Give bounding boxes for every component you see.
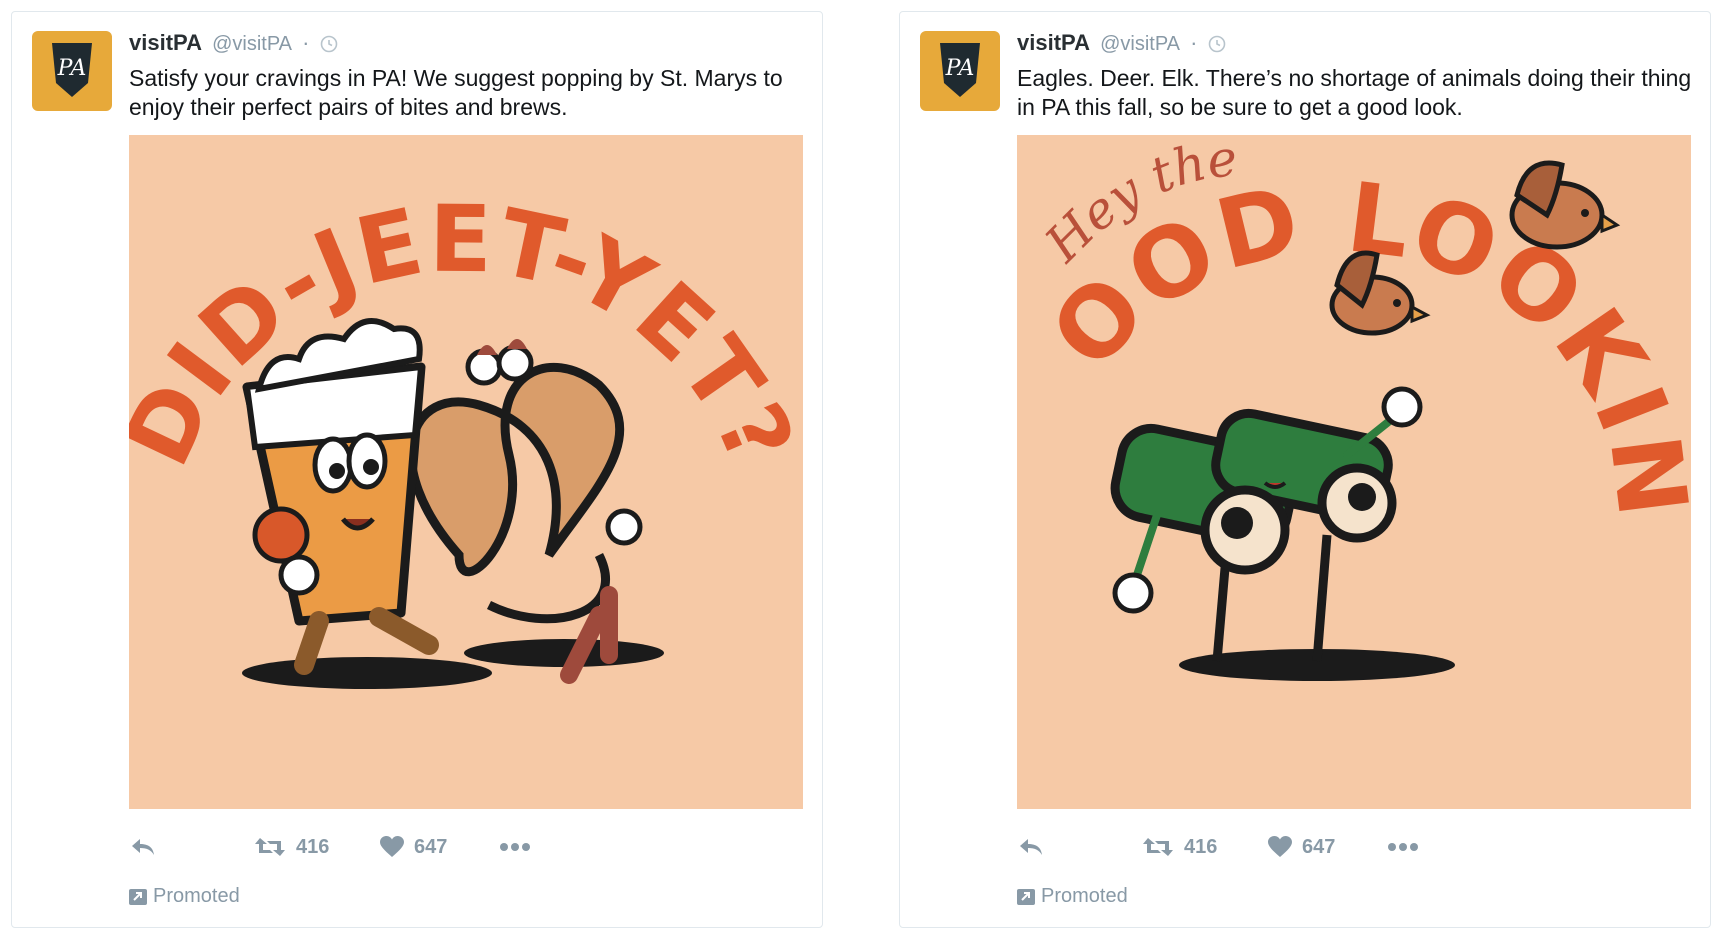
clock-icon[interactable] xyxy=(1208,33,1226,59)
like-button[interactable]: 647 xyxy=(1268,832,1335,862)
heart-icon xyxy=(380,836,404,857)
tweet-card[interactable]: PA visitPA @visitPA · Satisfy your cravi… xyxy=(11,11,823,928)
retweet-count: 416 xyxy=(1184,835,1218,858)
binoculars-character xyxy=(1110,386,1423,662)
avatar-logo-text: PA xyxy=(945,56,975,81)
pretzel-character xyxy=(406,339,643,684)
retweet-count: 416 xyxy=(296,835,330,858)
tweet-text: Satisfy your cravings in PA! We suggest … xyxy=(129,65,783,120)
retweet-icon xyxy=(255,838,285,856)
reply-icon xyxy=(132,839,154,855)
tweet-media-image[interactable]: DID-JEET-YET? xyxy=(129,135,803,809)
promoted-label: Promoted xyxy=(1017,885,1128,908)
tweet-actions: 416 647 xyxy=(1017,832,1617,862)
like-count: 647 xyxy=(414,835,448,858)
tweet-text: Eagles. Deer. Elk. There’s no shortage o… xyxy=(1017,65,1692,120)
bird-icon xyxy=(1509,160,1621,250)
display-name[interactable]: visitPA xyxy=(1017,30,1090,55)
retweet-button[interactable]: 416 xyxy=(254,832,329,862)
reply-button[interactable] xyxy=(129,832,157,862)
tweet-actions: 416 647 xyxy=(129,832,729,862)
more-button[interactable] xyxy=(499,832,531,862)
tweet-header: visitPA @visitPA · xyxy=(129,30,338,59)
user-handle[interactable]: @visitPA xyxy=(212,33,292,55)
user-handle[interactable]: @visitPA xyxy=(1100,33,1180,55)
separator-dot: · xyxy=(302,30,310,55)
clock-icon[interactable] xyxy=(320,33,338,59)
promoted-icon xyxy=(129,888,147,905)
promoted-label: Promoted xyxy=(129,885,240,908)
avatar-logo-text: PA xyxy=(57,56,87,81)
promoted-icon xyxy=(1017,888,1035,905)
tweet-card[interactable]: PA visitPA @visitPA · Eagles. Deer. Elk.… xyxy=(899,11,1711,928)
heart-icon xyxy=(1268,836,1292,857)
more-icon xyxy=(500,843,530,851)
tweet-header: visitPA @visitPA · xyxy=(1017,30,1226,59)
more-button[interactable] xyxy=(1387,832,1419,862)
avatar[interactable]: PA xyxy=(920,31,1000,111)
display-name[interactable]: visitPA xyxy=(129,30,202,55)
like-button[interactable]: 647 xyxy=(380,832,447,862)
beer-glass-character xyxy=(242,318,439,675)
retweet-icon xyxy=(1143,838,1173,856)
reply-icon xyxy=(1020,839,1042,855)
promoted-text: Promoted xyxy=(153,885,240,907)
ground-shadow xyxy=(242,657,492,689)
promoted-text: Promoted xyxy=(1041,885,1128,907)
like-count: 647 xyxy=(1302,835,1336,858)
separator-dot: · xyxy=(1190,30,1198,55)
more-icon xyxy=(1388,843,1418,851)
retweet-button[interactable]: 416 xyxy=(1142,832,1217,862)
reply-button[interactable] xyxy=(1017,832,1045,862)
tweet-media-image[interactable]: Hey there GOOD LOOKIN' xyxy=(1017,135,1691,809)
avatar[interactable]: PA xyxy=(32,31,112,111)
